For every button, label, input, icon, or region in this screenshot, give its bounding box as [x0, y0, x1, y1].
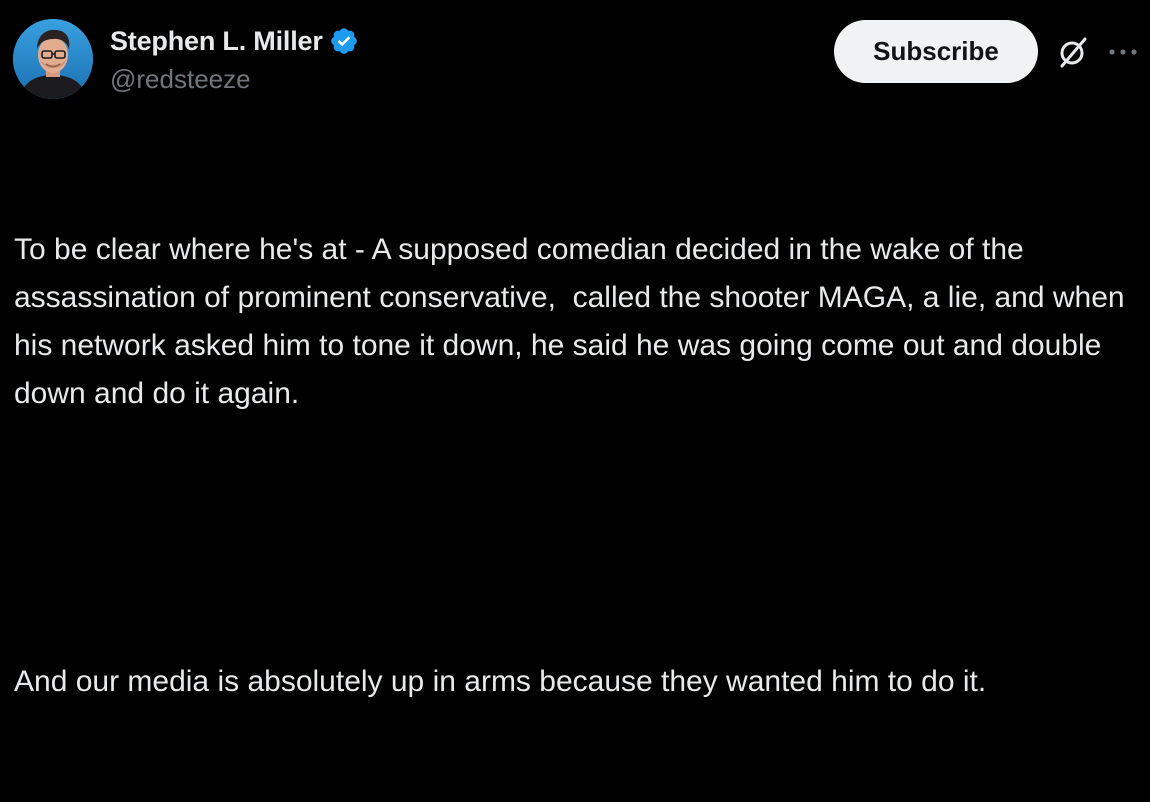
- tweet-card: Stephen L. Miller @redsteeze Subscribe T…: [0, 0, 1150, 698]
- verified-badge-icon[interactable]: [329, 26, 359, 56]
- tweet-paragraph: And our media is absolutely up in arms b…: [14, 665, 987, 698]
- name-row: Stephen L. Miller: [110, 24, 359, 58]
- tweet-paragraph: To be clear where he's at - A supposed c…: [14, 233, 1133, 410]
- handle[interactable]: @redsteeze: [110, 64, 359, 95]
- avatar-image: [13, 19, 93, 99]
- more-icon[interactable]: [1106, 45, 1140, 59]
- display-name[interactable]: Stephen L. Miller: [110, 26, 323, 57]
- author-block: Stephen L. Miller @redsteeze: [110, 24, 359, 95]
- grok-icon[interactable]: [1054, 33, 1092, 71]
- subscribe-button[interactable]: Subscribe: [834, 20, 1038, 83]
- avatar[interactable]: [13, 19, 93, 99]
- tweet-text: To be clear where he's at - A supposed c…: [14, 130, 1144, 802]
